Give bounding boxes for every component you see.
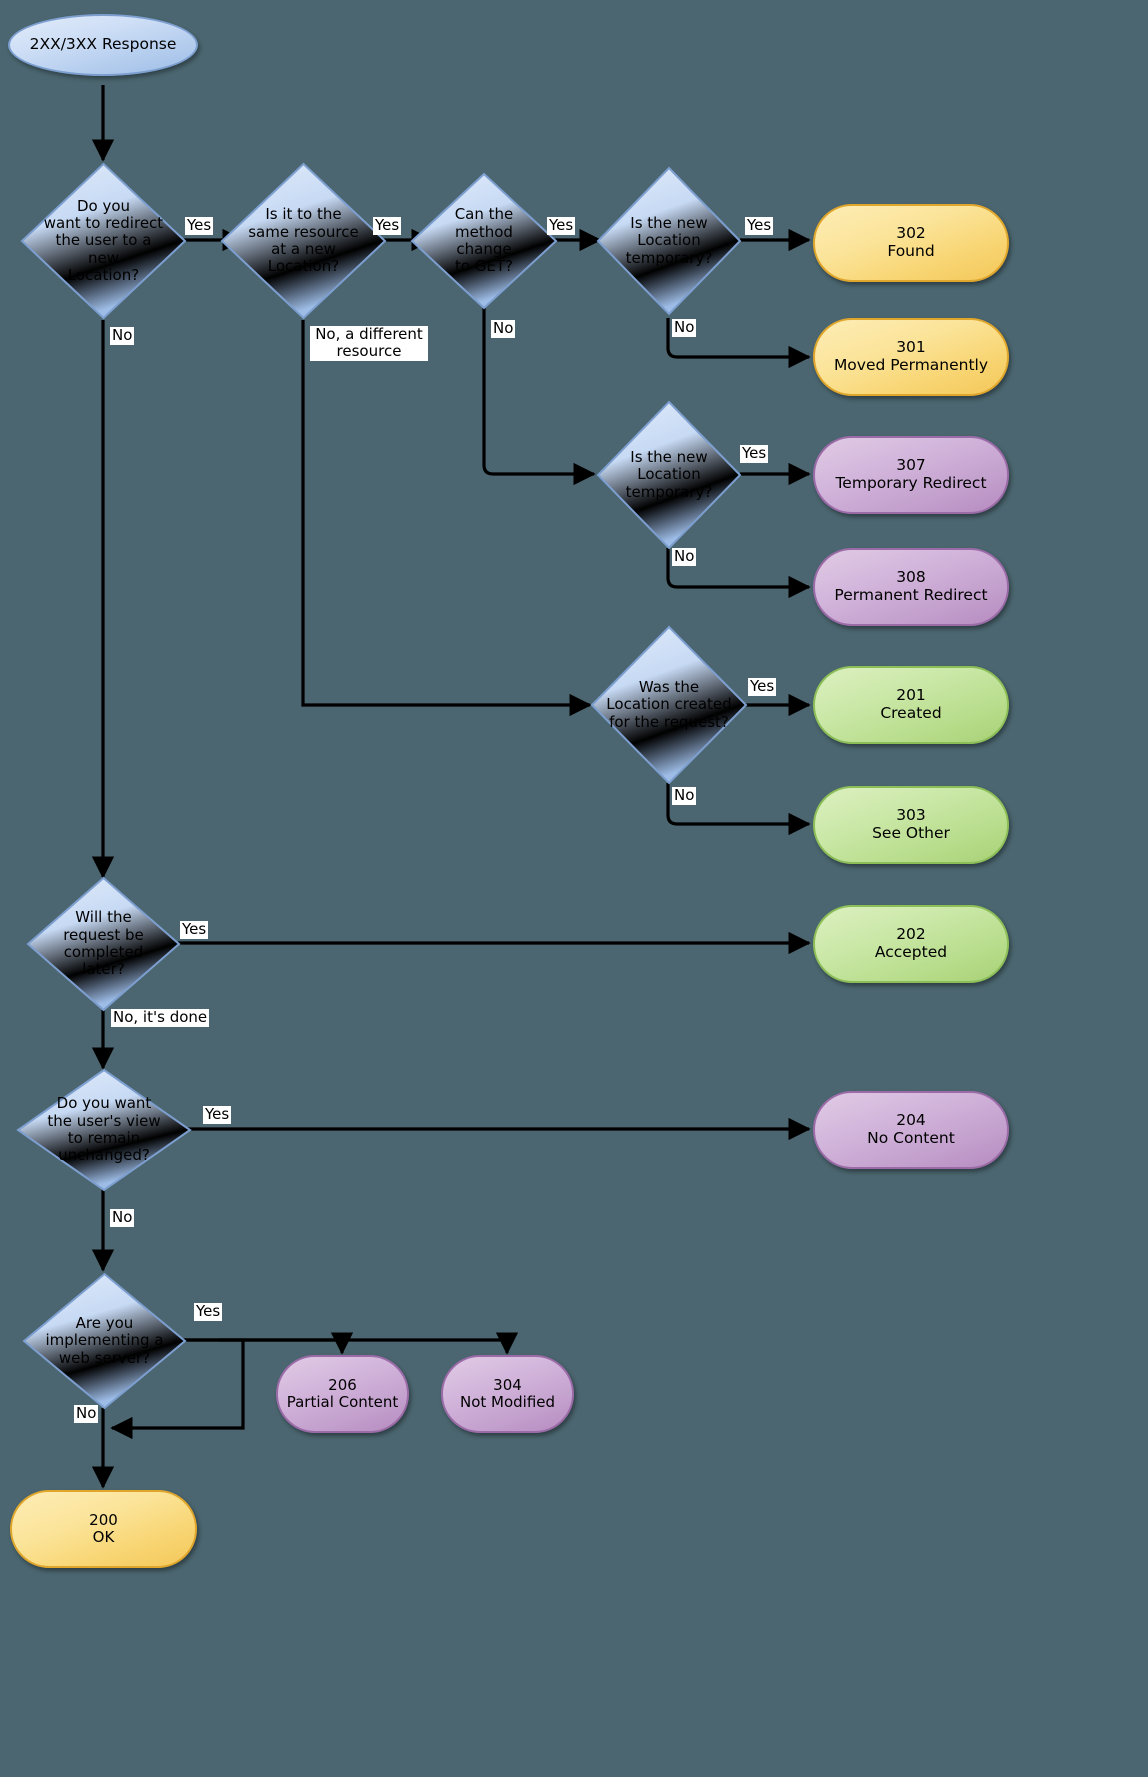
node-decision-completed-later[interactable]: Will the request be completed later? <box>26 876 181 1012</box>
node-result-204-no-content[interactable]: 204 No Content <box>813 1091 1009 1169</box>
node-result-206-partial-content[interactable]: 206 Partial Content <box>276 1355 409 1433</box>
node-label: Is it to the same resource at a new Loca… <box>248 205 359 276</box>
edge-label-redirect-no: No <box>110 326 135 346</box>
edge-label-later-no: No, it's done <box>111 1008 210 1028</box>
edge-label-temp2-yes: Yes <box>740 444 769 464</box>
edge-label-web-server-no: No <box>74 1404 99 1424</box>
node-start[interactable]: 2XX/3XX Response <box>8 14 198 76</box>
node-label: Do you want the user's view to remain un… <box>47 1094 161 1165</box>
edge-label-view-yes: Yes <box>203 1105 232 1125</box>
edge-label-web-server-yes: Yes <box>194 1302 223 1322</box>
edge-label-same-resource-no: No, a different resource <box>310 325 428 362</box>
node-decision-method-get[interactable]: Can the method change to GET? <box>410 172 558 310</box>
edge-same-resource-no <box>301 320 592 717</box>
edge-label-later-yes: Yes <box>180 920 209 940</box>
node-result-303-see-other[interactable]: 303 See Other <box>813 786 1009 864</box>
node-result-302-found[interactable]: 302 Found <box>813 204 1009 282</box>
node-result-201-created[interactable]: 201 Created <box>813 666 1009 744</box>
node-label: Is the new Location temporary? <box>625 447 713 501</box>
edge-label-method-get-yes: Yes <box>547 216 576 236</box>
node-label: Will the request be completed later? <box>63 908 144 979</box>
edge-label-same-resource-yes: Yes <box>373 216 402 236</box>
node-label: Is the new Location temporary? <box>625 213 713 267</box>
node-result-202-accepted[interactable]: 202 Accepted <box>813 905 1009 983</box>
node-label: Was the Location created for the request… <box>606 677 732 731</box>
node-decision-same-resource[interactable]: Is it to the same resource at a new Loca… <box>220 162 387 320</box>
flowchart-canvas: 2XX/3XX Response Do you want to redirect… <box>0 0 1148 1777</box>
node-decision-temporary-1[interactable]: Is the new Location temporary? <box>596 166 742 316</box>
edge-label-view-no: No <box>110 1208 135 1228</box>
edge-label-temp1-yes: Yes <box>745 216 774 236</box>
edge-label-created-yes: Yes <box>748 677 777 697</box>
node-label: Do you want to redirect the user to a ne… <box>43 196 164 285</box>
node-result-308-permanent-redirect[interactable]: 308 Permanent Redirect <box>813 548 1009 626</box>
node-result-307-temporary-redirect[interactable]: 307 Temporary Redirect <box>813 436 1009 514</box>
node-decision-view-unchanged[interactable]: Do you want the user's view to remain un… <box>16 1068 192 1192</box>
edge-label-method-get-no: No <box>491 319 516 339</box>
node-label: Are you implementing a web server? <box>45 1313 164 1367</box>
edge-label-redirect-yes: Yes <box>185 216 214 236</box>
node-decision-web-server[interactable]: Are you implementing a web server? <box>22 1272 187 1410</box>
node-result-200-ok[interactable]: 200 OK <box>10 1490 197 1568</box>
edge-label-temp1-no: No <box>672 318 697 338</box>
node-decision-temporary-2[interactable]: Is the new Location temporary? <box>596 400 742 550</box>
edge-label-created-no: No <box>672 786 697 806</box>
node-decision-redirect[interactable]: Do you want to redirect the user to a ne… <box>20 162 187 320</box>
node-result-301-moved-permanently[interactable]: 301 Moved Permanently <box>813 318 1009 396</box>
node-label: Can the method change to GET? <box>454 205 514 276</box>
node-decision-location-created[interactable]: Was the Location created for the request… <box>590 625 748 785</box>
edge-label-temp2-no: No <box>672 547 697 567</box>
edge-webserver-yes-206 <box>180 1332 354 1355</box>
node-result-304-not-modified[interactable]: 304 Not Modified <box>441 1355 574 1433</box>
edge-webserver-yes-304 <box>180 1332 519 1355</box>
